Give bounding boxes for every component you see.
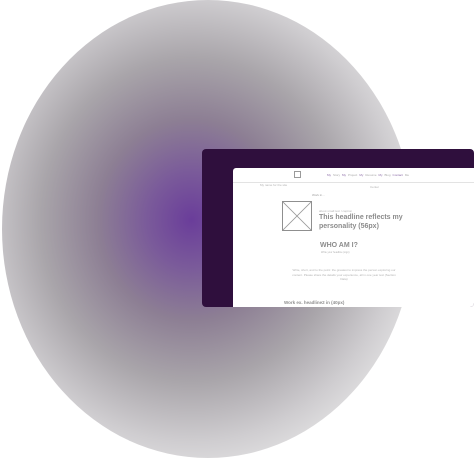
- section-subheading: Write your headline (sign): [321, 251, 350, 254]
- nav-link[interactable]: My: [342, 173, 346, 177]
- stage: My Story My Project My Resume My Blog Co…: [0, 0, 474, 458]
- work-headline: Work ex. headline2 in (40px): [284, 300, 345, 305]
- hero-headline: This headline reflects my personality (5…: [319, 214, 403, 230]
- nav-link[interactable]: Blog: [385, 173, 391, 177]
- nav-link[interactable]: Story: [333, 173, 340, 177]
- nav-link[interactable]: Me: [405, 173, 409, 177]
- nav-link[interactable]: Contact: [393, 173, 403, 177]
- top-nav: My Story My Project My Resume My Blog Co…: [233, 168, 474, 183]
- placeholder-cross-icon: [283, 202, 311, 230]
- website-preview: My Story My Project My Resume My Blog Co…: [233, 168, 474, 307]
- nav-link[interactable]: My: [379, 173, 383, 177]
- annotation-note: Work in...: [312, 193, 325, 197]
- sub-label-left: My name for the site: [260, 183, 288, 187]
- sub-label-right: Center: [370, 185, 380, 189]
- nav-link[interactable]: My: [327, 173, 331, 177]
- logo-icon[interactable]: [294, 171, 301, 178]
- nav-link[interactable]: Project: [348, 173, 357, 177]
- body-paragraph: Write, short, and to the point: the grea…: [292, 268, 396, 281]
- device-frame: My Story My Project My Resume My Blog Co…: [202, 149, 474, 307]
- nav-link[interactable]: Resume: [365, 173, 376, 177]
- section-heading: WHO AM I?: [320, 242, 358, 249]
- nav-link[interactable]: My: [359, 173, 363, 177]
- nav-links: My Story My Project My Resume My Blog Co…: [327, 173, 409, 177]
- image-placeholder: [282, 201, 312, 231]
